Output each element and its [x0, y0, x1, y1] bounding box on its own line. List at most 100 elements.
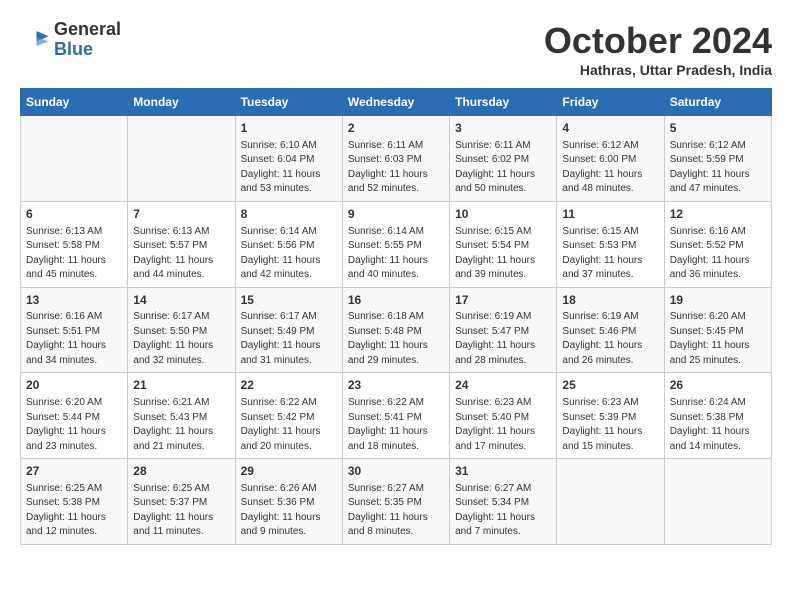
cell-info: Sunrise: 6:15 AMSunset: 5:54 PMDaylight:… [455, 225, 551, 283]
column-header-sunday: Sunday [21, 89, 128, 116]
day-number: 26 [670, 377, 766, 394]
calendar-cell: 27 Sunrise: 6:25 AMSunset: 5:38 PMDayligh… [21, 459, 128, 545]
day-number: 20 [26, 377, 122, 394]
week-row-3: 13Sunrise: 6:16 AMSunset: 5:51 PMDayligh… [21, 287, 772, 373]
calendar-cell: 31Sunrise: 6:27 AMSunset: 5:34 PMDayligh… [450, 459, 557, 545]
calendar-cell: 28 Sunrise: 6:25 AMSunset: 5:37 PMDayligh… [128, 459, 235, 545]
calendar-cell: 7 Sunrise: 6:13 AMSunset: 5:57 PMDaylight… [128, 201, 235, 287]
cell-info: Sunrise: 6:26 AMSunset: 5:36 PMDaylight:… [241, 482, 337, 540]
column-header-saturday: Saturday [664, 89, 771, 116]
calendar-cell: 9 Sunrise: 6:14 AMSunset: 5:55 PMDaylight… [342, 201, 449, 287]
calendar-cell: 1 Sunrise: 6:10 AMSunset: 6:04 PMDaylight… [235, 116, 342, 202]
day-number: 2 [348, 120, 444, 137]
day-number: 19 [670, 292, 766, 309]
cell-info: Sunrise: 6:25 AMSunset: 5:38 PMDaylight:… [26, 482, 122, 540]
day-number: 28 [133, 463, 229, 480]
day-number: 9 [348, 206, 444, 223]
day-number: 21 [133, 377, 229, 394]
cell-info: Sunrise: 6:17 AMSunset: 5:49 PMDaylight:… [241, 310, 337, 368]
cell-info: Sunrise: 6:21 AMSunset: 5:43 PMDaylight:… [133, 396, 229, 454]
cell-info: Sunrise: 6:16 AMSunset: 5:52 PMDaylight:… [670, 225, 766, 283]
logo-icon [20, 25, 50, 55]
day-number: 1 [241, 120, 337, 137]
cell-info: Sunrise: 6:16 AMSunset: 5:51 PMDaylight:… [26, 310, 122, 368]
calendar-cell: 10 Sunrise: 6:15 AMSunset: 5:54 PMDayligh… [450, 201, 557, 287]
cell-info: Sunrise: 6:19 AMSunset: 5:46 PMDaylight:… [562, 310, 658, 368]
column-header-wednesday: Wednesday [342, 89, 449, 116]
calendar-cell: 24 Sunrise: 6:23 AMSunset: 5:40 PMDayligh… [450, 373, 557, 459]
day-number: 5 [670, 120, 766, 137]
cell-info: Sunrise: 6:11 AMSunset: 6:02 PMDaylight:… [455, 139, 551, 197]
day-number: 14 [133, 292, 229, 309]
day-number: 31 [455, 463, 551, 480]
cell-info: Sunrise: 6:12 AMSunset: 6:00 PMDaylight:… [562, 139, 658, 197]
day-number: 30 [348, 463, 444, 480]
cell-info: Sunrise: 6:14 AMSunset: 5:56 PMDaylight:… [241, 225, 337, 283]
calendar-cell: 29Sunrise: 6:26 AMSunset: 5:36 PMDayligh… [235, 459, 342, 545]
calendar-cell [557, 459, 664, 545]
day-number: 13 [26, 292, 122, 309]
day-number: 10 [455, 206, 551, 223]
cell-info: Sunrise: 6:27 AMSunset: 5:35 PMDaylight:… [348, 482, 444, 540]
cell-info: Sunrise: 6:13 AMSunset: 5:57 PMDaylight:… [133, 225, 229, 283]
cell-info: Sunrise: 6:14 AMSunset: 5:55 PMDaylight:… [348, 225, 444, 283]
calendar-cell: 18Sunrise: 6:19 AMSunset: 5:46 PMDayligh… [557, 287, 664, 373]
month-title: October 2024 [544, 20, 772, 62]
cell-info: Sunrise: 6:19 AMSunset: 5:47 PMDaylight:… [455, 310, 551, 368]
cell-info: Sunrise: 6:10 AMSunset: 6:04 PMDaylight:… [241, 139, 337, 197]
logo: General Blue [20, 20, 121, 60]
calendar-cell: 22 Sunrise: 6:22 AMSunset: 5:42 PMDayligh… [235, 373, 342, 459]
cell-info: Sunrise: 6:17 AMSunset: 5:50 PMDaylight:… [133, 310, 229, 368]
cell-info: Sunrise: 6:23 AMSunset: 5:40 PMDaylight:… [455, 396, 551, 454]
header-row: SundayMondayTuesdayWednesdayThursdayFrid… [21, 89, 772, 116]
day-number: 11 [562, 206, 658, 223]
cell-info: Sunrise: 6:22 AMSunset: 5:42 PMDaylight:… [241, 396, 337, 454]
calendar-cell: 20 Sunrise: 6:20 AMSunset: 5:44 PMDayligh… [21, 373, 128, 459]
calendar-cell: 17Sunrise: 6:19 AMSunset: 5:47 PMDayligh… [450, 287, 557, 373]
calendar-cell [128, 116, 235, 202]
day-number: 7 [133, 206, 229, 223]
calendar-cell: 25Sunrise: 6:23 AMSunset: 5:39 PMDayligh… [557, 373, 664, 459]
calendar-cell: 23Sunrise: 6:22 AMSunset: 5:41 PMDayligh… [342, 373, 449, 459]
day-number: 17 [455, 292, 551, 309]
day-number: 16 [348, 292, 444, 309]
location-text: Hathras, Uttar Pradesh, India [544, 62, 772, 78]
day-number: 27 [26, 463, 122, 480]
calendar-cell: 16Sunrise: 6:18 AMSunset: 5:48 PMDayligh… [342, 287, 449, 373]
day-number: 22 [241, 377, 337, 394]
day-number: 3 [455, 120, 551, 137]
calendar-cell: 14Sunrise: 6:17 AMSunset: 5:50 PMDayligh… [128, 287, 235, 373]
title-block: October 2024 Hathras, Uttar Pradesh, Ind… [544, 20, 772, 78]
page-header: General Blue October 2024 Hathras, Uttar… [20, 20, 772, 78]
calendar-cell: 15Sunrise: 6:17 AMSunset: 5:49 PMDayligh… [235, 287, 342, 373]
calendar-cell: 12 Sunrise: 6:16 AMSunset: 5:52 PMDayligh… [664, 201, 771, 287]
cell-info: Sunrise: 6:18 AMSunset: 5:48 PMDaylight:… [348, 310, 444, 368]
day-number: 24 [455, 377, 551, 394]
calendar-cell: 11Sunrise: 6:15 AMSunset: 5:53 PMDayligh… [557, 201, 664, 287]
logo-general-text: General [54, 19, 121, 39]
week-row-5: 27 Sunrise: 6:25 AMSunset: 5:38 PMDayligh… [21, 459, 772, 545]
cell-info: Sunrise: 6:22 AMSunset: 5:41 PMDaylight:… [348, 396, 444, 454]
logo-text: General Blue [54, 20, 121, 60]
calendar-cell: 19Sunrise: 6:20 AMSunset: 5:45 PMDayligh… [664, 287, 771, 373]
calendar-cell: 5 Sunrise: 6:12 AMSunset: 5:59 PMDaylight… [664, 116, 771, 202]
calendar-cell: 21 Sunrise: 6:21 AMSunset: 5:43 PMDayligh… [128, 373, 235, 459]
day-number: 15 [241, 292, 337, 309]
calendar-table: SundayMondayTuesdayWednesdayThursdayFrid… [20, 88, 772, 545]
cell-info: Sunrise: 6:12 AMSunset: 5:59 PMDaylight:… [670, 139, 766, 197]
calendar-cell: 6Sunrise: 6:13 AMSunset: 5:58 PMDaylight… [21, 201, 128, 287]
column-header-monday: Monday [128, 89, 235, 116]
day-number: 12 [670, 206, 766, 223]
cell-info: Sunrise: 6:23 AMSunset: 5:39 PMDaylight:… [562, 396, 658, 454]
calendar-cell: 4Sunrise: 6:12 AMSunset: 6:00 PMDaylight… [557, 116, 664, 202]
calendar-cell: 30 Sunrise: 6:27 AMSunset: 5:35 PMDayligh… [342, 459, 449, 545]
cell-info: Sunrise: 6:20 AMSunset: 5:45 PMDaylight:… [670, 310, 766, 368]
column-header-friday: Friday [557, 89, 664, 116]
column-header-tuesday: Tuesday [235, 89, 342, 116]
cell-info: Sunrise: 6:20 AMSunset: 5:44 PMDaylight:… [26, 396, 122, 454]
cell-info: Sunrise: 6:24 AMSunset: 5:38 PMDaylight:… [670, 396, 766, 454]
day-number: 8 [241, 206, 337, 223]
calendar-cell: 26 Sunrise: 6:24 AMSunset: 5:38 PMDayligh… [664, 373, 771, 459]
cell-info: Sunrise: 6:25 AMSunset: 5:37 PMDaylight:… [133, 482, 229, 540]
column-header-thursday: Thursday [450, 89, 557, 116]
